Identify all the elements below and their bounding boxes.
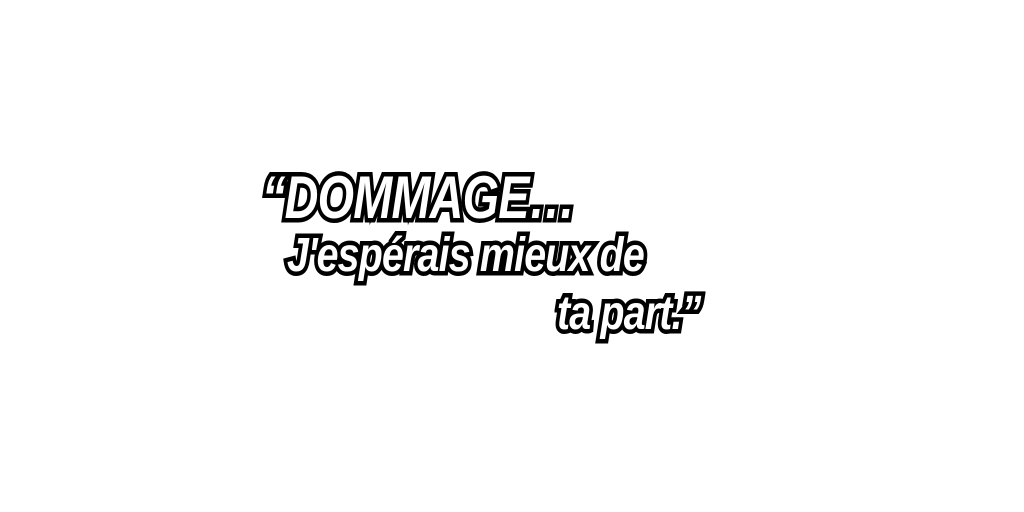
quote-canvas: “DOMMAGE… J'espérais mieux de ta part.” [0,0,1024,512]
quote-line-3: ta part.” [553,285,705,342]
quote-line-2: J'espérais mieux de [283,227,648,284]
quote-line-1: “DOMMAGE… [258,163,579,232]
